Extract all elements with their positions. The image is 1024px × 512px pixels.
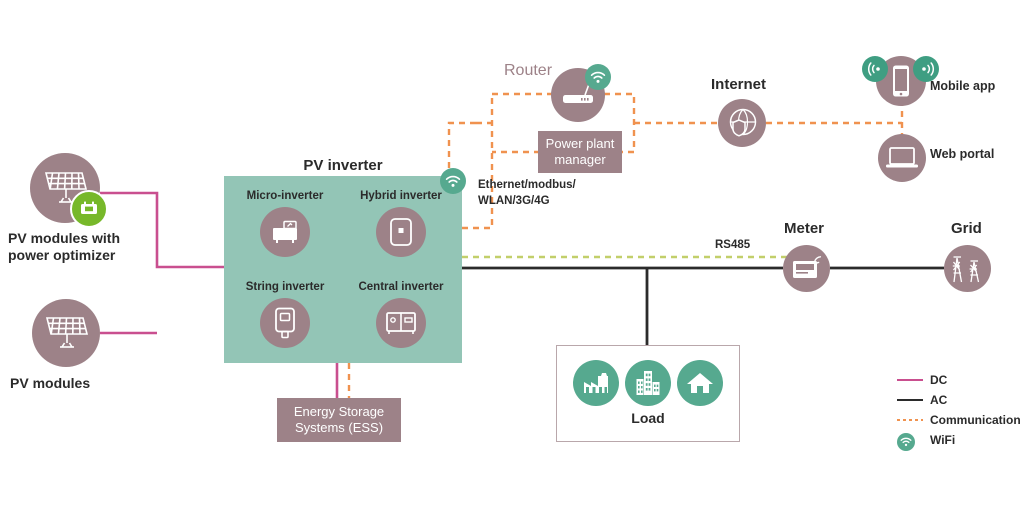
string-inverter-icon: [260, 298, 310, 348]
laptop-glyph: [886, 147, 918, 168]
string-inverter-glyph: [275, 307, 295, 339]
node-pv-modules[interactable]: [32, 299, 100, 367]
ac-lines: [462, 266, 944, 345]
legend-label: AC: [930, 393, 948, 407]
solar-panel-icon: [32, 299, 100, 367]
node-label-grid: Grid: [951, 220, 982, 237]
micro-inverter-glyph: [273, 220, 297, 243]
central-inverter-glyph: [386, 312, 416, 334]
factory-icon: [573, 360, 619, 406]
node-router[interactable]: [551, 64, 611, 122]
load-label: Load: [631, 410, 665, 426]
legend-item-dc: DC: [897, 371, 1024, 389]
wifi-icon: [440, 168, 466, 194]
node-label-web-portal: Web portal: [930, 147, 995, 161]
legend-swatch-dc: [897, 373, 923, 387]
central-inverter-icon: [376, 298, 426, 348]
globe-shield-glyph: [729, 108, 757, 137]
house-icon: [677, 360, 723, 406]
factory-glyph: [584, 373, 608, 393]
laptop-icon: [878, 134, 926, 182]
power-optimizer-glyph: [81, 201, 97, 214]
pylon-glyph: [952, 255, 979, 282]
wifi-glyph: [590, 71, 606, 83]
node-web-portal[interactable]: [878, 134, 926, 182]
inverter-cell-micro[interactable]: Micro-inverter: [230, 190, 340, 257]
inverter-panel-title: PV inverter: [303, 157, 383, 174]
ess-box[interactable]: Energy Storage Systems (ESS): [277, 398, 401, 442]
legend-item-wifi: WiFi: [897, 431, 1024, 451]
solar-panel-glyph: [45, 317, 89, 348]
power-plant-manager-box[interactable]: Power plant manager: [538, 131, 622, 173]
inverter-cell-string[interactable]: String inverter: [230, 281, 340, 348]
signal-glyph: [867, 62, 880, 76]
node-grid[interactable]: [944, 245, 991, 292]
inverter-cell-label: Micro-inverter: [246, 190, 324, 202]
node-label-mobile-app: Mobile app: [930, 79, 996, 93]
legend-label: WiFi: [930, 433, 956, 447]
legend-item-ac: AC: [897, 391, 1024, 409]
power-plant-manager-label: Power plant manager: [545, 135, 615, 167]
diagram-canvas: PV modules with power optimizer PV modul…: [0, 0, 1024, 512]
legend: DC AC Communication WiFi: [897, 371, 1024, 451]
inverter-panel[interactable]: Micro-inverter Hybrid inverter String in…: [224, 176, 462, 363]
smartphone-glyph: [893, 65, 909, 97]
house-glyph: [687, 373, 713, 393]
inverter-cell-hybrid[interactable]: Hybrid inverter: [346, 190, 456, 257]
legend-item-communication: Communication: [897, 411, 1024, 429]
rs485-annotation: RS485: [715, 239, 751, 251]
wifi-icon: [585, 64, 611, 90]
node-pv-optimizer[interactable]: [30, 153, 108, 228]
inverter-cell-label: Hybrid inverter: [360, 190, 442, 202]
energy-meter-icon: [783, 245, 830, 292]
inverter-cell-label: String inverter: [245, 281, 325, 293]
signal-glyph: [921, 62, 934, 76]
load-box[interactable]: Load: [556, 345, 740, 442]
energy-meter-glyph: [792, 255, 821, 278]
legend-label: Communication: [930, 413, 1021, 427]
inverter-cell-central[interactable]: Central inverter: [346, 281, 456, 348]
power-optimizer-icon: [70, 190, 108, 228]
node-label-meter: Meter: [784, 220, 825, 237]
office-buildings-glyph: [636, 371, 660, 395]
hybrid-inverter-glyph: [390, 218, 412, 246]
legend-label: DC: [930, 373, 948, 387]
protocol-annotation: Ethernet/modbus/ WLAN/3G/4G: [478, 179, 576, 207]
inverter-cell-label: Central inverter: [358, 281, 444, 293]
office-buildings-icon: [625, 360, 671, 406]
node-label-pv-optimizer: PV modules with power optimizer: [8, 230, 121, 264]
node-label-pv-modules: PV modules: [10, 375, 91, 391]
hybrid-inverter-icon: [376, 207, 426, 257]
legend-swatch-wifi: [897, 433, 923, 451]
node-mobile-app[interactable]: [862, 56, 939, 106]
legend-swatch-ac: [897, 393, 923, 407]
legend-swatch-communication: [897, 413, 923, 427]
pylon-icon: [944, 245, 991, 292]
wifi-icon: [897, 433, 915, 451]
node-meter[interactable]: [783, 245, 830, 292]
wifi-glyph: [900, 437, 912, 447]
wifi-glyph: [445, 175, 461, 187]
signal-icon: [862, 56, 888, 82]
globe-shield-icon: [718, 99, 766, 147]
node-internet[interactable]: [718, 99, 766, 147]
micro-inverter-icon: [260, 207, 310, 257]
node-label-internet: Internet: [711, 76, 767, 93]
ess-label: Energy Storage Systems (ESS): [293, 403, 385, 435]
node-label-router: Router: [504, 62, 553, 79]
